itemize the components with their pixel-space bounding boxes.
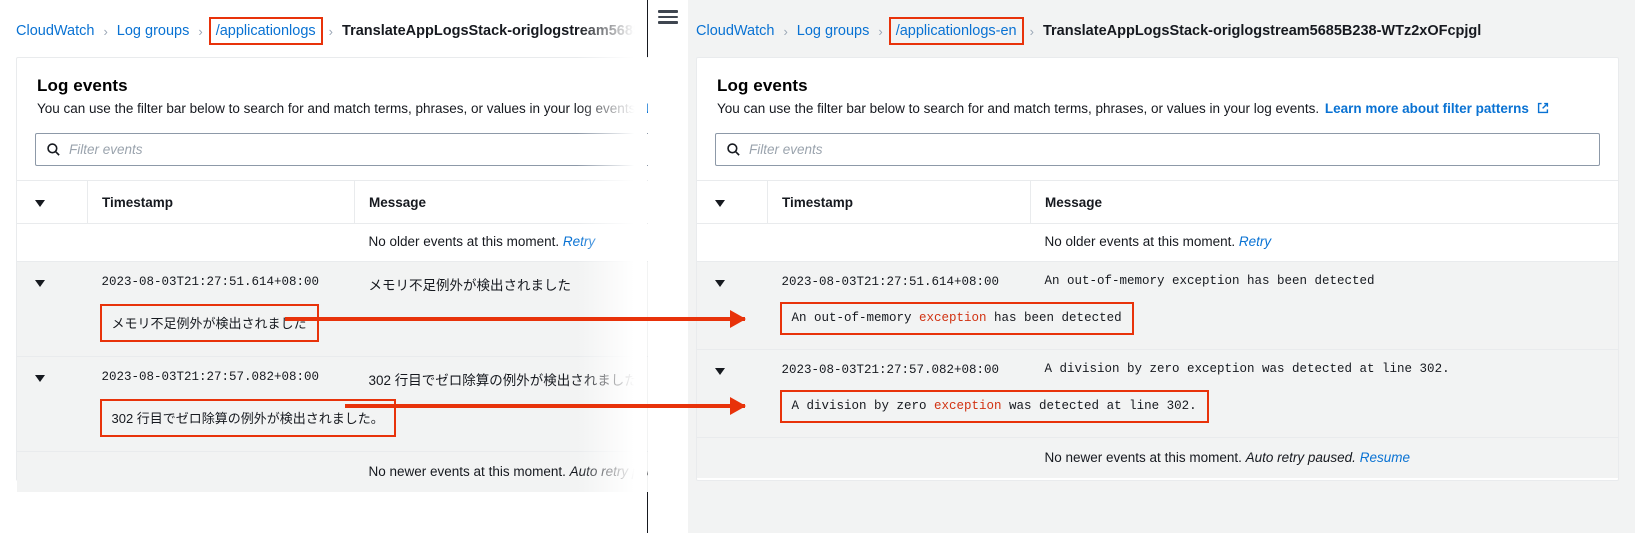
resume-link[interactable]: Resume (1360, 450, 1410, 465)
drag-handle-icon[interactable] (658, 10, 678, 24)
page-title: Log events (717, 76, 808, 95)
search-icon (46, 142, 61, 157)
chevron-down-icon[interactable] (715, 280, 725, 287)
expanded-log-message-1: メモリ不足例外が検出されました (99, 304, 319, 342)
external-link-icon (1537, 100, 1549, 119)
search-icon (726, 142, 741, 157)
chevron-down-icon[interactable] (35, 280, 45, 287)
row-message: A division by zero exception was detecte… (1030, 350, 1618, 380)
retry-link[interactable]: Retry (1239, 234, 1271, 249)
chevron-down-icon[interactable] (35, 375, 45, 382)
table-row-bottom-notice: No newer events at this moment. Auto ret… (697, 437, 1618, 478)
notice-spacer-caret (697, 223, 768, 262)
detail-text-before: An out-of-memory (791, 311, 920, 325)
table-row[interactable]: 2023-08-03T21:27:51.614+08:00 An out-of-… (697, 261, 1618, 292)
detail-spacer (17, 294, 88, 356)
log-events-table: Timestamp Message No older events at thi… (697, 180, 1618, 478)
table-row-detail: An out-of-memory exception has been dete… (697, 292, 1618, 349)
top-notice-cell: No older events at this moment. Retry (1030, 223, 1618, 262)
footer-spacer-caret (17, 451, 88, 492)
learn-more-link[interactable]: Learn more about filter patterns (1325, 101, 1529, 116)
expanded-log-message-2: A division by zero exception was detecte… (779, 390, 1209, 423)
screenshot-stage: CloudWatch › Log groups › /applicationlo… (0, 0, 1635, 533)
row-message: An out-of-memory exception has been dete… (1030, 261, 1618, 292)
breadcrumb-item-log-group-name[interactable]: /applicationlogs (208, 17, 323, 45)
row-timestamp: 2023-08-03T21:27:51.614+08:00 (767, 261, 1031, 292)
breadcrumb-item-current: TranslateAppLogsStack-origlogstream5685B… (1042, 23, 1482, 39)
bottom-notice-text: No newer events at this moment. (1044, 450, 1242, 465)
row-timestamp: 2023-08-03T21:27:57.082+08:00 (87, 357, 355, 389)
breadcrumb-separator-icon: › (1029, 23, 1034, 39)
expanded-log-message-1: An out-of-memory exception has been dete… (779, 302, 1134, 335)
breadcrumb-item-cloudwatch[interactable]: CloudWatch (696, 23, 774, 39)
detail-text-after: has been detected (986, 311, 1122, 325)
table-row-top-notice: No older events at this moment. Retry (697, 223, 1618, 262)
detail-text-before: A division by zero (791, 399, 935, 413)
column-header-expand[interactable] (17, 180, 88, 224)
annotation-arrow-row-2 (345, 404, 745, 408)
table-header: Timestamp Message (697, 180, 1618, 224)
search-input[interactable] (749, 142, 1599, 157)
bottom-notice-status: Auto retry paused. (1245, 450, 1356, 465)
table-body: No older events at this moment. Retry 20… (697, 223, 1618, 478)
table-row-detail: A division by zero exception was detecte… (697, 380, 1618, 438)
top-notice-text: No older events at this moment. (1044, 234, 1236, 249)
breadcrumb-separator-icon: › (783, 23, 788, 39)
column-header-message[interactable]: Message (1030, 180, 1618, 224)
annotation-arrow-row-1 (285, 317, 745, 321)
bottom-notice-text: No newer events at this moment. (368, 464, 566, 479)
row-expand-toggle[interactable] (697, 350, 768, 380)
breadcrumb-separator-icon: › (103, 23, 108, 39)
row-expand-toggle[interactable] (17, 357, 88, 389)
breadcrumb-item-log-groups[interactable]: Log groups (797, 23, 870, 39)
breadcrumb-separator-icon: › (878, 23, 883, 39)
column-header-expand[interactable] (697, 180, 768, 224)
footer-spacer-caret (697, 437, 768, 478)
filter-events-box[interactable] (715, 133, 1600, 166)
bottom-notice-cell: No newer events at this moment. Auto ret… (1030, 437, 1618, 478)
notice-spacer-caret (17, 223, 88, 262)
row-timestamp: 2023-08-03T21:27:51.614+08:00 (87, 261, 355, 294)
breadcrumb-item-cloudwatch[interactable]: CloudWatch (16, 23, 94, 39)
column-header-timestamp[interactable]: Timestamp (767, 180, 1031, 224)
breadcrumb: CloudWatch › Log groups › /applicationlo… (688, 0, 1635, 62)
breadcrumb-separator-icon: › (328, 23, 334, 39)
card-description-text: You can use the filter bar below to sear… (717, 101, 1320, 116)
table-row[interactable]: 2023-08-03T21:27:57.082+08:00 A division… (697, 350, 1618, 380)
notice-spacer-timestamp (767, 223, 1031, 262)
log-events-card: Log events You can use the filter bar be… (696, 57, 1619, 481)
detail-spacer (17, 389, 88, 452)
chevron-down-icon[interactable] (35, 199, 45, 207)
panel-divider[interactable] (648, 0, 688, 533)
card-header: Log events You can use the filter bar be… (697, 58, 1618, 119)
detail-cell: A division by zero exception was detecte… (767, 380, 1618, 438)
breadcrumb-item-log-group-name[interactable]: /applicationlogs-en (888, 17, 1024, 45)
detail-cell: An out-of-memory exception has been dete… (767, 292, 1618, 349)
row-expand-toggle[interactable] (697, 261, 768, 292)
top-notice-text: No older events at this moment. (368, 234, 560, 249)
notice-spacer-timestamp (87, 223, 355, 262)
column-header-timestamp[interactable]: Timestamp (87, 180, 355, 224)
right-browser-panel: CloudWatch › Log groups › /applicationlo… (688, 0, 1635, 533)
highlighted-keyword: exception (934, 399, 1002, 413)
chevron-down-icon[interactable] (715, 199, 725, 207)
card-description-text: You can use the filter bar below to sear… (37, 101, 640, 116)
chevron-down-icon[interactable] (715, 368, 725, 375)
filter-bar (697, 119, 1618, 180)
highlighted-keyword: exception (919, 311, 987, 325)
detail-text-after: was detected at line 302. (1001, 399, 1197, 413)
breadcrumb-separator-icon: › (198, 23, 203, 39)
footer-spacer-timestamp (87, 451, 355, 492)
row-timestamp: 2023-08-03T21:27:57.082+08:00 (767, 350, 1031, 380)
card-description: You can use the filter bar below to sear… (717, 99, 1598, 119)
retry-link[interactable]: Retry (563, 234, 595, 249)
row-expand-toggle[interactable] (17, 261, 88, 294)
footer-spacer-timestamp (767, 437, 1031, 478)
left-browser-panel: CloudWatch › Log groups › /applicationlo… (0, 0, 1306, 533)
breadcrumb-item-log-groups[interactable]: Log groups (117, 23, 190, 39)
